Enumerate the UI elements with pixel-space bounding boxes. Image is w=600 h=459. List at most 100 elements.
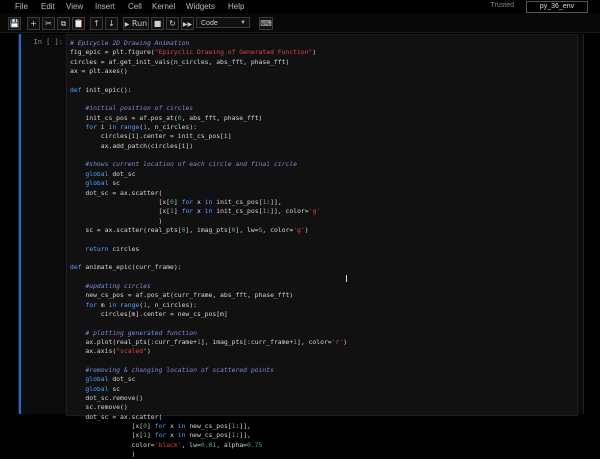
code-line: color='black', lw=0.01, alpha=0.75: [70, 441, 577, 450]
code-token: i: [96, 123, 109, 132]
code-token: return: [85, 244, 109, 253]
code-token: for: [154, 431, 167, 440]
menu-insert[interactable]: Insert: [95, 2, 115, 11]
menu-help[interactable]: Help: [228, 2, 244, 11]
move-up-button[interactable]: ↑: [90, 17, 103, 30]
code-token: circles: [108, 244, 140, 253]
code-token: ], imag_pts[: [185, 225, 232, 234]
code-token: :]],: [235, 431, 251, 440]
code-line: global dot_sc: [70, 170, 577, 179]
code-line: def init_epic():: [70, 86, 577, 95]
code-token: ): [70, 216, 163, 225]
copy-icon: ⧉: [60, 19, 67, 28]
code-token: , abs_fft, phase_fft): [181, 113, 263, 122]
insert-cell-button[interactable]: +: [27, 17, 40, 30]
code-token: sc: [108, 384, 121, 393]
code-token: dot_sc = ax.scatter(: [70, 188, 163, 197]
code-token: ): [70, 450, 136, 459]
code-token: ax.axis(: [70, 347, 117, 356]
code-token: , alpha=: [216, 440, 248, 449]
code-token: init_cs_pos = af.pos_at(: [70, 113, 178, 122]
move-down-button[interactable]: ↓: [105, 17, 118, 30]
save-button[interactable]: 💾: [8, 17, 21, 30]
restart-run-all-button[interactable]: ▶▶: [181, 17, 194, 30]
code-token: ]: [173, 197, 182, 206]
code-token: #removing & changing location of scatter…: [85, 366, 274, 375]
code-token: sc: [108, 179, 121, 188]
code-token: ): [146, 347, 151, 356]
command-palette-button[interactable]: ⌨: [259, 17, 273, 30]
menu-file[interactable]: File: [15, 2, 28, 11]
code-token: #updating circles: [85, 281, 151, 290]
menu-kernel[interactable]: Kernel: [152, 2, 175, 11]
code-line: dot_sc = ax.scatter(: [70, 413, 577, 422]
code-token: # Epicycle 2D Drawing Animation: [70, 39, 190, 47]
code-line: for i in range(1, n_circles):: [70, 123, 577, 132]
paste-button[interactable]: 📋: [72, 17, 85, 30]
code-token: for: [85, 300, 97, 309]
plus-icon: +: [30, 19, 37, 28]
trusted-indicator[interactable]: Trusted: [491, 2, 514, 9]
menu-edit[interactable]: Edit: [41, 2, 55, 11]
code-line: [x[0] for x in init_cs_pos[1:]],: [70, 198, 577, 207]
code-token: x: [166, 431, 178, 440]
save-icon: 💾: [9, 19, 20, 28]
menu-view[interactable]: View: [66, 2, 83, 11]
code-token: x: [193, 197, 205, 206]
code-token: 'g': [293, 225, 305, 234]
code-token: :]], color=: [266, 207, 309, 216]
code-token: dot_sc: [108, 375, 136, 384]
copy-button[interactable]: ⧉: [57, 17, 70, 30]
code-token: , lw=: [181, 440, 201, 449]
menu-cell[interactable]: Cell: [128, 2, 142, 11]
code-lines[interactable]: # Epicycle 2D Drawing Animation fig_epic …: [67, 35, 577, 459]
notebook-container: In [ ]: # Epicycle 2D Drawing Animation f…: [18, 34, 584, 458]
code-line: global sc: [70, 385, 577, 394]
run-label: Run: [131, 19, 148, 28]
restart-kernel-button[interactable]: ↻: [166, 17, 179, 30]
code-token: for: [181, 197, 194, 206]
code-token: [x[: [70, 422, 144, 431]
code-line: for m in range(1, n_circles):: [70, 301, 577, 310]
code-token: in: [177, 431, 186, 440]
cell-type-select[interactable]: Code ▼: [196, 17, 250, 28]
arrow-up-icon: ↑: [93, 19, 100, 28]
cut-button[interactable]: ✂: [42, 17, 55, 30]
code-token: ], imag_pts[:curr_frame+: [200, 338, 294, 346]
code-token: , color=: [262, 225, 294, 234]
code-token: for: [85, 123, 97, 132]
stop-icon: ■: [153, 19, 162, 28]
code-token: m: [96, 300, 109, 309]
code-token: ]: [146, 431, 155, 440]
code-token: , n_circles):: [147, 123, 198, 132]
run-button[interactable]: ▶ Run: [123, 17, 149, 30]
code-token: ax.plot(real_pts[:curr_frame+: [70, 338, 197, 346]
code-cell-editor[interactable]: # Epicycle 2D Drawing Animation fig_epic …: [66, 34, 578, 458]
code-token: :]],: [266, 197, 282, 206]
code-token: ): [343, 338, 348, 346]
code-line: new_cs_pos = af.pos_at(curr_frame, abs_f…: [70, 291, 577, 300]
code-line: dot_sc = ax.scatter(: [70, 189, 577, 198]
kernel-name-badge[interactable]: py_36_env: [526, 1, 588, 13]
play-icon: ▶: [124, 21, 130, 28]
code-line: def animate_epic(curr_frame):: [70, 263, 577, 272]
code-token: ]: [173, 207, 182, 216]
cell-type-value: Code: [201, 20, 218, 27]
interrupt-kernel-button[interactable]: ■: [151, 17, 164, 30]
code-token: "Epicyclic Drawing of Generated Function…: [154, 48, 313, 57]
menu-widgets[interactable]: Widgets: [186, 2, 215, 11]
code-token: ax = plt.axes(): [70, 67, 128, 76]
code-line: ax.add_patch(circles[i]): [70, 142, 577, 151]
